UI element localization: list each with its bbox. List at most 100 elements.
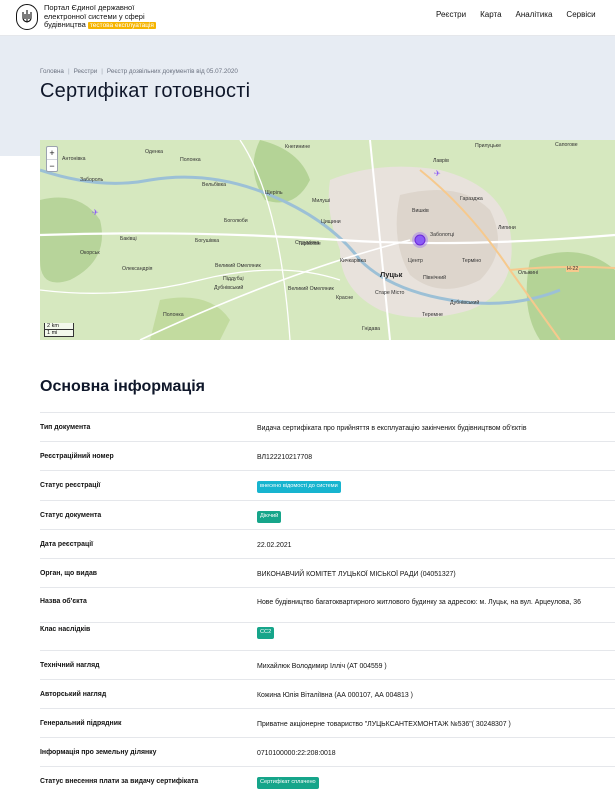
map-labels: Антонівка Забороль Оденка Полонка Кнегин… (40, 140, 615, 340)
nav-services[interactable]: Сервіси (566, 10, 595, 19)
map-label: Милуші (312, 198, 331, 204)
main-nav: Реєстри Карта Аналітика Сервіси (436, 10, 596, 19)
map-label-city: Луцьк (380, 270, 403, 279)
row-label: Технічний нагляд (40, 662, 100, 669)
map-label: Сапогове (555, 142, 578, 148)
nav-map[interactable]: Карта (480, 10, 501, 19)
map-label: Великий Омеляник (288, 286, 334, 292)
breadcrumb: Головна | Реєстри | Реєстр дозвільних до… (40, 68, 238, 75)
map-label: Дубнівський (450, 300, 480, 306)
info-row-document-status: Статус документа Діючий (40, 500, 615, 529)
trident-icon (16, 4, 38, 30)
info-row-object-name: Назва об'єкта Нове будівництво багатоква… (40, 587, 615, 622)
info-row-author-supervision: Авторський нагляд Кожина Юлія Віталіївна… (40, 679, 615, 708)
breadcrumb-separator: | (67, 68, 70, 75)
map-label: Красне (336, 295, 354, 301)
info-row-land-plot: Інформація про земельну ділянку 07101000… (40, 737, 615, 766)
map-label: Північний (423, 275, 447, 281)
section-title: Основна інформація (40, 378, 205, 395)
top-header: Портал Єдиної державної електронної сист… (0, 0, 615, 36)
scale-km: 2 km (44, 323, 74, 330)
map-label: Гаразджа (460, 196, 483, 202)
row-value: Видача сертифіката про прийняття в експл… (257, 425, 527, 432)
info-row-consequence-class: Клас наслідків СС2 (40, 622, 615, 650)
map-label: Антонівка (62, 156, 86, 162)
map-label: Баківці (120, 236, 137, 242)
map-label: Центр (408, 258, 423, 264)
map-road-label: Н-22 (566, 266, 580, 272)
map-label: Прилуцьке (475, 143, 502, 149)
info-row-registration-date: Дата реєстрації 22.02.2021 (40, 529, 615, 558)
scale-mi: 1 mi (44, 330, 74, 337)
map-label: Гнідава (362, 326, 381, 332)
portal-name-line3: будівництва (44, 20, 86, 30)
map-label: Теремне (422, 312, 443, 318)
info-row-issuing-authority: Орган, що видав ВИКОНАВЧИЙ КОМІТЕТ ЛУЦЬК… (40, 558, 615, 587)
nav-registries[interactable]: Реєстри (436, 10, 466, 19)
info-row-general-contractor: Генеральний підрядник Приватне акціонерн… (40, 708, 615, 737)
info-row-technical-supervision: Технічний нагляд Михайлюк Володимир Іллі… (40, 650, 615, 679)
map-label: Олександрія (122, 266, 153, 272)
row-value: Нове будівництво багатоквартирного житло… (257, 599, 581, 606)
breadcrumb-separator: | (101, 68, 103, 75)
map-label: Терміно (462, 258, 482, 264)
info-row-registration-status: Статус реєстрації внесено відомості до с… (40, 470, 615, 500)
map-label: Щеріль (265, 190, 283, 196)
row-label: Назва об'єкта (40, 598, 87, 605)
row-label: Статус реєстрації (40, 482, 101, 489)
row-value: 22.02.2021 (257, 542, 292, 549)
payment-badge: Сертифікат сплачено (257, 777, 319, 789)
row-label: Реєстраційний номер (40, 453, 114, 460)
zoom-in-button[interactable]: + (47, 147, 57, 159)
map-label: Вишків (412, 208, 429, 214)
map-label: Богушівка (195, 238, 220, 244)
hero-decoration (0, 156, 40, 172)
map-zoom-control: + − (46, 146, 58, 172)
nav-analytics[interactable]: Аналітика (516, 10, 553, 19)
row-label: Клас наслідків (40, 626, 91, 633)
row-value: Приватне акціонерне товариство "ЛУЦЬКСАН… (257, 721, 511, 728)
map-label: Кнегинине (285, 144, 311, 150)
map-label: Оденка (145, 149, 163, 155)
map-label: Дубнівський (214, 285, 244, 291)
map-label: Цищини (321, 219, 341, 225)
row-label: Орган, що видав (40, 570, 98, 577)
row-value: ВИКОНАВЧИЙ КОМІТЕТ ЛУЦЬКОЇ МІСЬКОЇ РАДИ … (257, 571, 456, 578)
class-badge: СС2 (257, 627, 275, 639)
row-value: Михайлюк Володимир Ілліч (АТ 004559 ) (257, 663, 387, 670)
map-label: Вельбівка (202, 182, 227, 188)
row-label: Авторський нагляд (40, 691, 107, 698)
breadcrumb-home[interactable]: Головна (40, 68, 64, 75)
map-label: Ольжині (518, 270, 539, 276)
map-label: Полонка (180, 157, 201, 163)
map-label: Кичкарівка (340, 258, 366, 264)
status-badge: Діючий (257, 511, 282, 523)
row-value: ВЛ122210217708 (257, 454, 313, 461)
row-label: Статус внесення плати за видачу сертифік… (40, 778, 199, 785)
map-label: Окорськ (80, 250, 100, 256)
breadcrumb-registries[interactable]: Реєстри (74, 68, 98, 75)
row-value: 0710100000:22:208:0018 (257, 750, 336, 757)
row-value: Кожина Юлія Віталіївна (АА 000107, АА 00… (257, 692, 413, 699)
map-label: Лаврів (433, 158, 449, 164)
row-label: Інформація про земельну ділянку (40, 749, 157, 756)
test-mode-badge: тестова експлуатація (87, 22, 156, 30)
portal-brand[interactable]: Портал Єдиної державної електронної сист… (16, 3, 174, 31)
zoom-out-button[interactable]: − (47, 159, 57, 171)
row-label: Генеральний підрядник (40, 720, 122, 727)
map-label: Липини (498, 225, 516, 231)
map-label: Заболотці (430, 232, 455, 238)
info-row-payment-status: Статус внесення плати за видачу сертифік… (40, 766, 615, 794)
map-label: Полонка (163, 312, 184, 318)
breadcrumb-register[interactable]: Реєстр дозвільних документів від 05.07.2… (107, 68, 238, 75)
location-map[interactable]: ✈ ✈ Антонівка Забороль Оденка Полонка Кн… (40, 140, 615, 340)
info-row-document-type: Тип документа Видача сертифіката про при… (40, 412, 615, 441)
map-label: Великий Омеляник (215, 263, 261, 269)
status-badge: внесено відомості до системи (257, 481, 341, 493)
info-row-registration-number: Реєстраційний номер ВЛ122210217708 (40, 441, 615, 470)
info-table: Тип документа Видача сертифіката про при… (40, 412, 615, 794)
map-label: Тарасове (298, 241, 321, 247)
row-label: Тип документа (40, 424, 91, 431)
map-label: Забороль (80, 177, 104, 183)
map-label: Боголюби (224, 218, 248, 224)
